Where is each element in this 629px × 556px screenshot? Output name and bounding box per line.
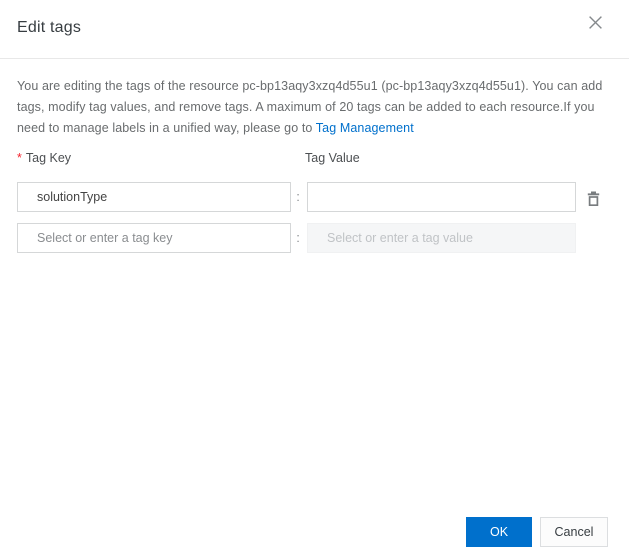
cancel-button[interactable]: Cancel [540,517,608,547]
tag-value-input-disabled [307,223,576,253]
edit-tags-dialog: Edit tags You are editing the tags of th… [0,0,629,556]
tag-value-label: Tag Value [305,151,360,165]
description-body: You are editing the tags of the resource… [17,79,603,135]
tag-key-input[interactable] [17,223,291,253]
tag-value-input[interactable] [307,182,576,212]
header-divider [0,58,629,59]
delete-tag-button[interactable] [583,188,603,208]
tag-management-link[interactable]: Tag Management [316,121,414,135]
tag-key-label: * Tag Key [17,151,71,165]
ok-button[interactable]: OK [466,517,532,547]
description-text: You are editing the tags of the resource… [17,76,609,139]
close-icon [588,15,603,30]
tag-key-input[interactable] [17,182,291,212]
trash-icon [587,191,600,206]
key-value-separator: : [296,230,300,245]
required-asterisk: * [17,151,22,165]
dialog-title: Edit tags [17,19,82,36]
key-value-separator: : [296,189,300,204]
close-button[interactable] [584,11,606,33]
tag-key-label-text: Tag Key [25,151,72,165]
